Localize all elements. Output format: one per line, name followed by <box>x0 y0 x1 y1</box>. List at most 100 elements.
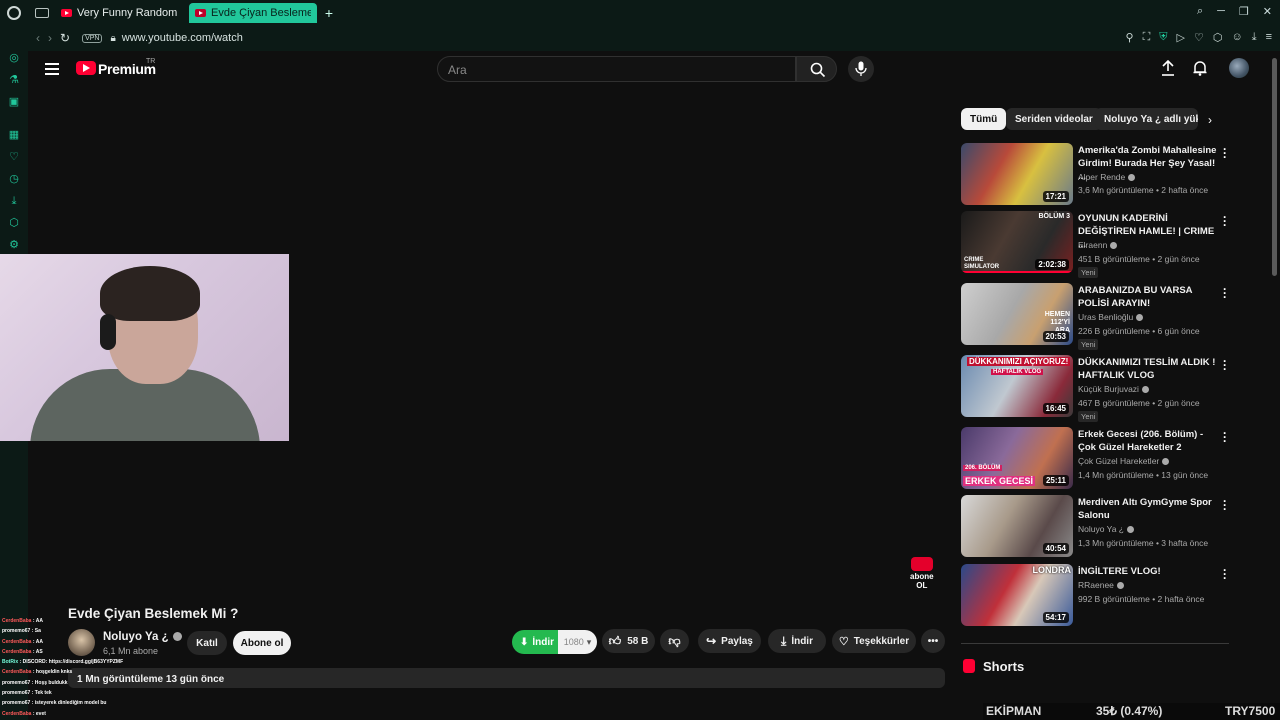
minimize-icon[interactable]: ─ <box>1217 5 1225 18</box>
page-scrollbar[interactable] <box>1272 58 1277 276</box>
video-thumbnail[interactable]: LONDRA 54:17 <box>961 564 1073 626</box>
more-vertical-icon[interactable]: · · · <box>1223 355 1227 375</box>
recommendation-channel[interactable]: Noluyo Ya ¿ <box>1078 524 1134 534</box>
channel-name-text[interactable]: Küçük Burjuvazi <box>1078 384 1139 394</box>
video-thumbnail[interactable]: 40:54 <box>961 495 1073 557</box>
recommendation-title[interactable]: Erkek Gecesi (206. Bölüm) - Çok Güzel Ha… <box>1078 428 1218 454</box>
subscribe-button[interactable]: Abone ol <box>233 631 291 655</box>
chip-all[interactable]: Tümü <box>961 108 1007 130</box>
more-vertical-icon[interactable]: · · · <box>1223 283 1227 303</box>
download-icon[interactable]: ⤓ <box>1252 31 1257 44</box>
download-button[interactable]: ⤓ İndir <box>768 629 826 653</box>
opera-logo-icon[interactable] <box>7 5 21 20</box>
share-button[interactable]: ↪ Paylaş <box>698 629 761 653</box>
more-vertical-icon[interactable]: · · · <box>1223 564 1227 584</box>
recommendation-channel[interactable]: Çok Güzel Hareketler <box>1078 456 1170 466</box>
close-icon[interactable]: ✕ <box>1263 5 1272 18</box>
recommendation-title[interactable]: ARABANIZDA BU VARSA POLİSİ ARAYIN! <box>1078 284 1218 310</box>
channel-name-text[interactable]: Alper Rende <box>1078 172 1125 182</box>
voice-search-button[interactable] <box>848 56 874 82</box>
chip-series[interactable]: Seriden videolar <box>1006 108 1102 130</box>
url-field[interactable]: www.youtube.com/watch <box>122 32 243 44</box>
extensions-icon[interactable]: ⬡ <box>8 217 20 229</box>
description-box[interactable]: 1 Mn görüntüleme 13 gün önce <box>68 668 945 688</box>
recommendation-item[interactable]: 17:21 Amerika'da Zombi Mahallesine Girdi… <box>961 143 1227 207</box>
messenger-icon[interactable]: ▣ <box>8 96 20 108</box>
more-vertical-icon[interactable]: · · · <box>1223 427 1227 447</box>
snapshot-icon[interactable]: ⛶ <box>1143 31 1151 44</box>
search-input[interactable]: Ara <box>437 56 796 82</box>
recommendation-title[interactable]: İNGİLTERE VLOG! <box>1078 565 1218 578</box>
recommendation-title[interactable]: Merdiven Altı GymGyme Spor Salonu <box>1078 496 1218 522</box>
recommendation-channel[interactable]: Alper Rende <box>1078 172 1136 182</box>
subscribe-watermark[interactable]: abone OL <box>910 557 934 590</box>
shield-icon[interactable]: ⛨ <box>1159 31 1167 44</box>
video-thumbnail[interactable]: BÖLÜM 3 CRIME SIMULATOR 2:02:38 <box>961 211 1073 273</box>
thumbnail-text: ERKEK GECESİ <box>963 476 1036 486</box>
favorites-icon[interactable]: ♡ <box>8 151 20 163</box>
recommendation-channel[interactable]: Küçük Burjuvazi <box>1078 384 1149 394</box>
video-thumbnail[interactable]: 17:21 <box>961 143 1073 205</box>
recommendation-item[interactable]: LONDRA 54:17 İNGİLTERE VLOG! RRaenee 992… <box>961 564 1227 628</box>
dislike-button[interactable]: 👎︎ <box>660 629 689 653</box>
thanks-button[interactable]: ♡ Teşekkürler <box>832 629 916 653</box>
upload-icon[interactable] <box>1161 60 1175 76</box>
workspaces-icon[interactable]: ▦ <box>8 129 20 141</box>
aria-icon[interactable]: ⚗ <box>8 74 20 86</box>
downloads-icon[interactable]: ⤓ <box>8 195 20 207</box>
reload-icon[interactable]: ↻ <box>60 31 70 45</box>
recommendation-channel[interactable]: Uras Benlioğlu <box>1078 312 1144 322</box>
forward-icon[interactable]: › <box>48 31 52 45</box>
more-vertical-icon[interactable]: · · · <box>1223 143 1227 163</box>
recommendation-title[interactable]: DÜKKANIMIZI TESLİM ALDIK ! HAFTALIK VLOG <box>1078 356 1218 382</box>
play-icon[interactable]: ▷ <box>1177 31 1185 44</box>
more-vertical-icon[interactable]: · · · <box>1223 495 1227 515</box>
channel-name-text[interactable]: RRaenee <box>1078 580 1114 590</box>
notifications-bell-icon[interactable] <box>1193 60 1207 76</box>
ai-icon[interactable]: ◎ <box>8 52 20 64</box>
channel-name-text[interactable]: Noluyo Ya ¿ <box>1078 524 1124 534</box>
browser-tab[interactable]: Very Funny Random Mem <box>55 3 183 23</box>
video-thumbnail[interactable]: 206. BÖLÜM ERKEK GECESİ 25:11 <box>961 427 1073 489</box>
chevron-right-icon[interactable]: › <box>1208 113 1212 127</box>
join-button[interactable]: Katıl <box>187 631 227 655</box>
youtube-logo-icon[interactable] <box>76 61 96 75</box>
maximize-icon[interactable]: ❐ <box>1239 5 1249 18</box>
tab-island-icon[interactable] <box>35 7 49 18</box>
new-tab-button[interactable]: + <box>323 5 335 21</box>
extension-download-button[interactable]: ⬇ İndir <box>512 630 558 654</box>
extension-icon[interactable]: ⬡ <box>1213 31 1223 44</box>
recommendation-meta: 992 B görüntüleme • 2 hafta önce <box>1078 594 1205 604</box>
recommendation-item[interactable]: DÜKKANIMIZI AÇIYORUZ! HAFTALIK VLOG 16:4… <box>961 355 1227 422</box>
history-icon[interactable]: ◷ <box>8 173 20 185</box>
browser-tab-active[interactable]: Evde Çiyan Beslemek Mi <box>189 2 317 23</box>
video-thumbnail[interactable]: DÜKKANIMIZI AÇIYORUZ! HAFTALIK VLOG 16:4… <box>961 355 1073 417</box>
recommendation-item[interactable]: HEMEN 112'Yİ ARA 20:53 ARABANIZDA BU VAR… <box>961 283 1227 350</box>
channel-name-text[interactable]: Elraenn <box>1078 240 1107 250</box>
more-actions-button[interactable]: ••• <box>921 629 945 653</box>
search-tabs-icon[interactable]: ⌕ <box>1197 5 1203 18</box>
video-thumbnail[interactable]: HEMEN 112'Yİ ARA 20:53 <box>961 283 1073 345</box>
recommendation-item[interactable]: 40:54 Merdiven Altı GymGyme Spor Salonu … <box>961 495 1227 559</box>
recommendation-channel[interactable]: Elraenn <box>1078 240 1118 250</box>
back-icon[interactable]: ‹ <box>36 31 40 45</box>
recommendation-item[interactable]: BÖLÜM 3 CRIME SIMULATOR 2:02:38 OYUNUN K… <box>961 211 1227 278</box>
guide-menu-icon[interactable] <box>45 63 59 78</box>
heart-icon[interactable]: ♡ <box>1194 31 1204 44</box>
resolution-select[interactable]: 1080 ▾ <box>558 630 597 654</box>
search-button[interactable] <box>796 56 837 82</box>
chip-channel-uploads[interactable]: Noluyo Ya ¿ adlı yükle <box>1095 108 1198 130</box>
menu-icon[interactable]: ≡ <box>1266 31 1272 44</box>
recommendation-item[interactable]: 206. BÖLÜM ERKEK GECESİ 25:11 Erkek Gece… <box>961 427 1227 491</box>
account-avatar[interactable] <box>1229 58 1249 78</box>
settings-icon[interactable]: ⚙ <box>8 239 20 251</box>
like-button[interactable]: 👍︎ 58 B <box>602 629 655 653</box>
more-vertical-icon[interactable]: · · · <box>1223 211 1227 231</box>
pin-icon[interactable]: ⚲ <box>1126 31 1134 44</box>
lock-icon[interactable]: 🔒︎ <box>110 33 115 44</box>
recommendation-channel[interactable]: RRaenee <box>1078 580 1124 590</box>
vpn-badge[interactable]: VPN <box>82 33 103 43</box>
channel-name-text[interactable]: Uras Benlioğlu <box>1078 312 1133 322</box>
profile-icon[interactable]: ☺ <box>1231 31 1242 44</box>
channel-name-text[interactable]: Çok Güzel Hareketler <box>1078 456 1159 466</box>
